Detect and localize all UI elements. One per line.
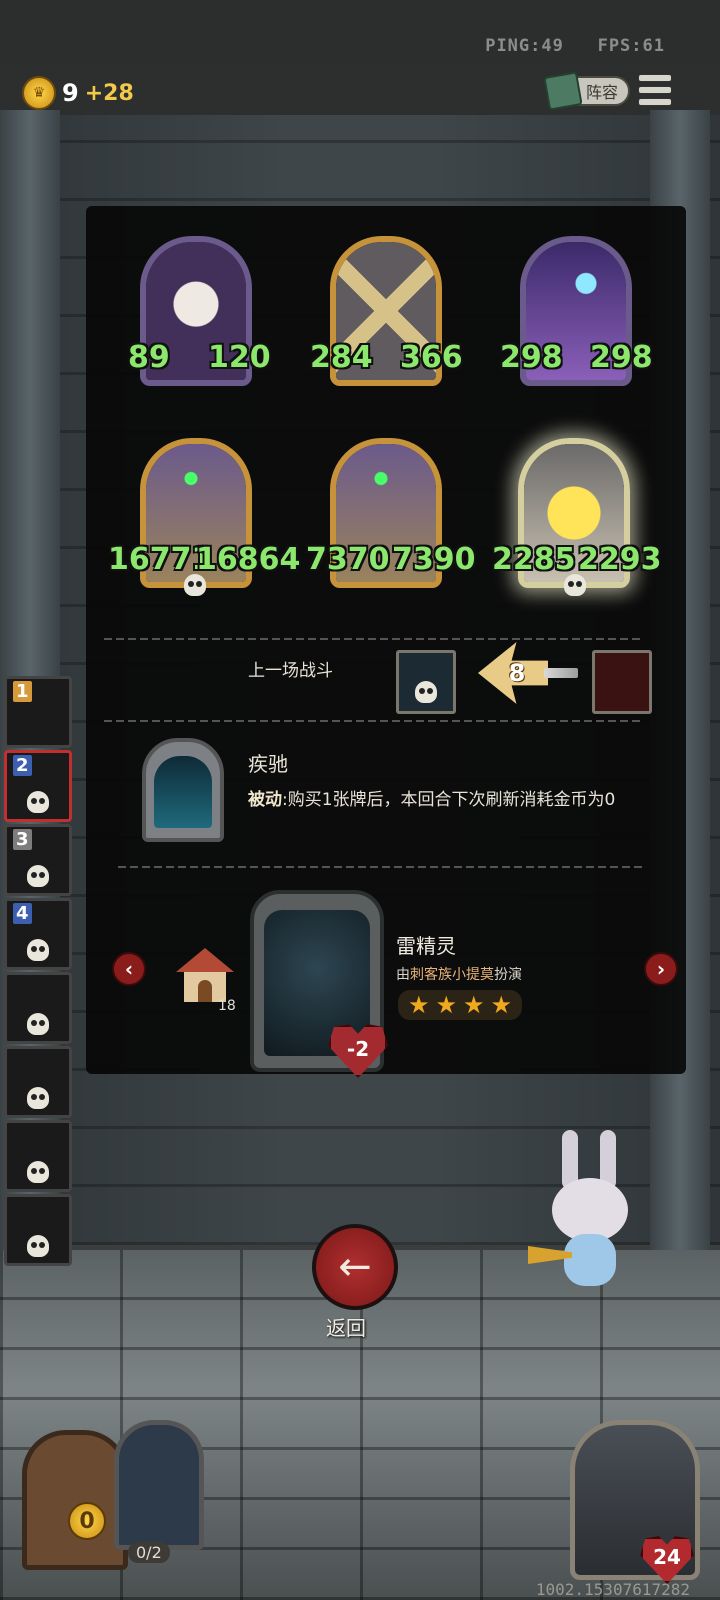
skill-text: :购买1张牌后，本回合下次刷新消耗金币为0 — [282, 790, 616, 810]
skill-name: 疾驰 — [248, 752, 288, 776]
unit-attack: 89 — [128, 340, 170, 375]
shop-coin: 0 — [68, 1502, 106, 1540]
roster-player-6[interactable] — [4, 1046, 72, 1118]
roster-player-8[interactable] — [4, 1194, 72, 1266]
crown-coin-icon: ♛ — [22, 76, 56, 110]
skull-icon — [27, 1161, 49, 1183]
skill-description: 被动:购买1张牌后，本回合下次刷新消耗金币为0 — [248, 786, 648, 814]
version-label: 1002.15307617282 — [535, 1580, 690, 1599]
roster-player-5[interactable] — [4, 972, 72, 1044]
star-icon: ★ — [408, 991, 430, 1019]
star-icon: ★ — [463, 991, 485, 1019]
menu-bar-icon — [638, 74, 672, 82]
shop-card-icon — [114, 1420, 204, 1550]
lineup-button[interactable]: 阵容 — [543, 71, 630, 111]
star-icon: ★ — [435, 991, 458, 1019]
unit-health: 298 — [590, 340, 653, 375]
hero-prev-button[interactable]: ‹ — [112, 952, 146, 986]
skull-icon — [27, 1013, 49, 1035]
unit-attack: 298 — [500, 340, 563, 375]
unit-health: 120 — [208, 340, 271, 375]
roster-player-4[interactable]: 4 — [4, 898, 72, 970]
shop-door-icon — [22, 1430, 128, 1570]
star-icon: ★ — [490, 991, 513, 1019]
last-battle-label: 上一场战斗 — [248, 661, 333, 681]
roster-player-1[interactable]: 1 — [4, 676, 72, 748]
hero-star-rating: ★ ★ ★ ★ — [398, 990, 523, 1020]
roster-player-3[interactable]: 3 — [4, 824, 72, 896]
gold-income: +28 — [84, 80, 134, 106]
shop-slots: 0/2 — [128, 1542, 170, 1563]
divider — [104, 638, 644, 640]
skill-type: 被动 — [248, 790, 282, 810]
roster-player-2[interactable]: 2 — [4, 750, 72, 822]
shop-area[interactable] — [22, 1410, 204, 1570]
last-battle-self-portrait — [396, 650, 456, 714]
tavern-count: 18 — [218, 998, 236, 1014]
skull-icon — [27, 791, 49, 813]
menu-bar-icon — [638, 86, 672, 94]
unit-health: 2293 — [578, 542, 662, 577]
menu-bar-icon — [638, 98, 672, 106]
skill-dash-icon — [142, 738, 224, 842]
skull-icon — [415, 681, 437, 703]
back-label: 返回 — [326, 1316, 366, 1340]
book-icon — [543, 71, 583, 111]
sword-icon — [544, 668, 578, 678]
bunny-mascot[interactable] — [528, 1130, 648, 1300]
divider — [104, 720, 644, 722]
last-battle-enemy-portrait — [592, 650, 652, 714]
hero-name: 雷精灵 — [396, 934, 456, 958]
unit-attack: 7370 — [306, 542, 390, 577]
menu-button[interactable] — [638, 74, 672, 106]
skull-icon — [184, 574, 206, 596]
gold-value: 9 — [62, 79, 79, 107]
lineup-label: 阵容 — [585, 83, 618, 102]
unit-health: 366 — [400, 340, 463, 375]
skull-icon — [27, 1235, 49, 1257]
hero-subtitle: 由刺客族小提莫扮演 — [396, 967, 522, 983]
network-stats: PING:49 FPS:61 — [485, 36, 665, 56]
gold-counter: ♛ 9 +28 — [22, 76, 134, 110]
skull-icon — [27, 1087, 49, 1109]
unit-health: 16864 — [196, 542, 301, 577]
roster-player-7[interactable] — [4, 1120, 72, 1192]
back-button[interactable]: ← — [312, 1224, 398, 1310]
unit-health: 7390 — [392, 542, 476, 577]
last-battle-damage: 8 — [508, 659, 526, 687]
ping-readout: PING:49 — [485, 36, 564, 56]
divider — [118, 866, 642, 868]
fps-readout: FPS:61 — [597, 36, 665, 56]
skull-icon — [27, 865, 49, 887]
unit-attack: 284 — [310, 340, 373, 375]
unit-attack: 2285 — [492, 542, 576, 577]
skull-icon — [27, 939, 49, 961]
hero-next-button[interactable]: › — [644, 952, 678, 986]
skull-icon — [564, 574, 586, 596]
